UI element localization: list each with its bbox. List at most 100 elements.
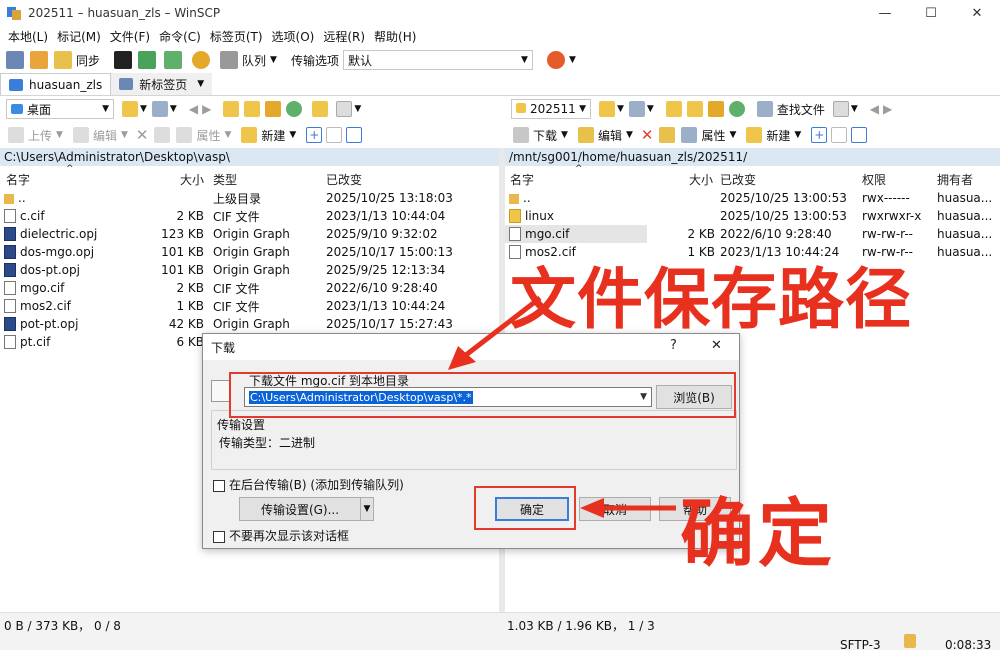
col-size[interactable]: 大小 xyxy=(689,171,713,188)
select-plus-icon[interactable]: + xyxy=(811,127,828,143)
forward-arrow-icon[interactable]: ▶ xyxy=(202,102,211,116)
globe-dropdown-icon[interactable]: ▼ xyxy=(569,55,576,65)
tab-new[interactable]: 新标签页 ▼ xyxy=(111,73,213,95)
col-permissions[interactable]: 权限 xyxy=(862,171,886,188)
transfer-settings-dropdown[interactable]: ▼ xyxy=(360,497,374,521)
chevron-down-icon[interactable]: ▼ xyxy=(561,130,568,140)
chevron-down-icon[interactable]: ▼ xyxy=(121,130,128,140)
menu-tabs[interactable]: 标签页(T) xyxy=(210,28,263,45)
find-files-button[interactable]: 查找文件 xyxy=(777,101,825,118)
table-row[interactable]: pot-pt.opj 42 KB Origin Graph 2025/10/17 15… xyxy=(0,315,499,333)
edit-button[interactable]: 编辑 xyxy=(598,127,622,144)
chevron-down-icon[interactable]: ▼ xyxy=(617,104,624,114)
queue-dropdown-icon[interactable]: ▼ xyxy=(270,55,277,65)
properties-button[interactable]: 属性 xyxy=(701,127,725,144)
rename-icon[interactable] xyxy=(659,127,676,143)
unselect-minus-icon[interactable] xyxy=(831,127,848,143)
chevron-down-icon[interactable]: ▼ xyxy=(851,104,858,114)
download-button[interactable]: 下载 xyxy=(533,127,557,144)
upload-button[interactable]: 上传 xyxy=(28,127,52,144)
open-folder-icon[interactable] xyxy=(599,101,615,117)
chevron-down-icon[interactable]: ▼ xyxy=(289,130,296,140)
properties-button[interactable]: 属性 xyxy=(196,127,220,144)
chevron-down-icon[interactable]: ▼ xyxy=(224,130,231,140)
new-button[interactable]: 新建 xyxy=(766,127,790,144)
menu-commands[interactable]: 命令(C) xyxy=(159,28,201,45)
chevron-down-icon[interactable]: ▼ xyxy=(170,104,177,114)
refresh-icon[interactable] xyxy=(728,101,745,117)
chevron-down-icon[interactable]: ▼ xyxy=(626,130,633,140)
edit-icon[interactable] xyxy=(72,127,89,143)
properties-icon[interactable] xyxy=(176,127,193,143)
filter-select-icon[interactable] xyxy=(851,127,868,143)
chevron-down-icon[interactable]: ▼ xyxy=(197,79,204,89)
putty-icon[interactable] xyxy=(138,51,157,69)
transfer-preset-select[interactable]: 默认 ▼ xyxy=(342,50,533,70)
menu-remote[interactable]: 远程(R) xyxy=(323,28,365,45)
queue-button[interactable]: 队列 xyxy=(242,52,266,69)
chevron-down-icon[interactable]: ▼ xyxy=(647,104,654,114)
col-name[interactable]: 名字 xyxy=(6,171,30,188)
local-drive-select[interactable]: 桌面 ▼ xyxy=(6,99,114,119)
root-dir-icon[interactable] xyxy=(686,101,703,117)
filter-icon[interactable] xyxy=(151,101,168,117)
chevron-down-icon[interactable]: ▼ xyxy=(729,130,736,140)
menu-options[interactable]: 选项(O) xyxy=(272,28,315,45)
menu-mark[interactable]: 标记(M) xyxy=(57,28,101,45)
background-transfer-checkbox[interactable]: 在后台传输(B) (添加到传输队列) xyxy=(213,476,404,493)
table-row[interactable]: dos-pt.opj 101 KB Origin Graph 2025/9/25 12… xyxy=(0,261,499,279)
sync-browse-icon[interactable] xyxy=(30,51,48,69)
col-name[interactable]: 名字 xyxy=(510,171,534,188)
queue-icon[interactable] xyxy=(220,51,239,69)
tab-huasuan-zls[interactable]: huasuan_zls xyxy=(0,73,112,95)
compare-dirs-icon[interactable] xyxy=(6,51,24,69)
col-size[interactable]: 大小 xyxy=(180,171,204,188)
home-icon[interactable] xyxy=(707,101,724,117)
refresh-icon[interactable] xyxy=(286,101,303,117)
table-row[interactable]: mgo.cif 2 KB CIF 文件 2022/6/10 9:28:40 xyxy=(0,279,499,297)
back-arrow-icon[interactable]: ◀ xyxy=(189,102,198,116)
chevron-down-icon[interactable]: ▼ xyxy=(354,104,361,114)
table-row[interactable]: c.cif 2 KB CIF 文件 2023/1/13 10:44:04 xyxy=(0,207,499,225)
table-row[interactable]: .. 2025/10/25 13:00:53 rwx------ huasua... xyxy=(505,189,1000,207)
checkbox-box[interactable] xyxy=(213,530,225,543)
edit-icon[interactable] xyxy=(577,127,594,143)
menu-local[interactable]: 本地(L) xyxy=(8,28,48,45)
view-list-icon[interactable] xyxy=(336,101,353,117)
col-owner[interactable]: 拥有者 xyxy=(937,171,973,188)
table-row[interactable]: mos2.cif 1 KB CIF 文件 2023/1/13 10:44:24 xyxy=(0,297,499,315)
table-row[interactable]: dos-mgo.opj 101 KB Origin Graph 2025/10/17 … xyxy=(0,243,499,261)
filter-select-icon[interactable] xyxy=(346,127,363,143)
col-modified[interactable]: 已改变 xyxy=(326,171,362,188)
upload-icon[interactable] xyxy=(8,127,24,143)
bookmark-icon[interactable] xyxy=(312,101,329,117)
table-row[interactable]: dielectric.opj 123 KB Origin Graph 2025/9/1… xyxy=(0,225,499,243)
unselect-minus-icon[interactable] xyxy=(326,127,343,143)
chevron-down-icon[interactable]: ▼ xyxy=(140,104,147,114)
table-row[interactable]: .. 上级目录 2025/10/25 13:18:03 xyxy=(0,189,499,207)
sync-button[interactable]: 同步 xyxy=(76,52,100,69)
menu-help[interactable]: 帮助(H) xyxy=(374,28,416,45)
checkbox-box[interactable] xyxy=(213,479,225,492)
new-folder-icon[interactable] xyxy=(746,127,763,143)
table-row[interactable]: linux 2025/10/25 13:00:53 rwxrwxr-x huasua.… xyxy=(505,207,1000,225)
transfer-settings-button[interactable]: 传输设置(G)... xyxy=(239,497,361,521)
rename-icon[interactable] xyxy=(154,127,171,143)
local-path-bar[interactable]: C:\Users\Administrator\Desktop\vasp\ xyxy=(0,148,499,166)
chevron-down-icon[interactable]: ▼ xyxy=(794,130,801,140)
chevron-down-icon[interactable]: ▼ xyxy=(56,130,63,140)
edit-button[interactable]: 编辑 xyxy=(93,127,117,144)
maximize-button[interactable]: ☐ xyxy=(908,0,954,26)
terminal-icon[interactable] xyxy=(114,51,133,69)
globe-sync-icon[interactable] xyxy=(546,51,565,69)
menu-files[interactable]: 文件(F) xyxy=(110,28,150,45)
minimize-button[interactable]: — xyxy=(862,0,908,26)
root-dir-icon[interactable] xyxy=(244,101,261,117)
select-plus-icon[interactable]: + xyxy=(306,127,323,143)
delete-icon[interactable]: ✕ xyxy=(136,126,149,144)
properties-icon[interactable] xyxy=(681,127,698,143)
refresh-session-icon[interactable] xyxy=(164,51,183,69)
table-row[interactable]: mgo.cif 2 KB 2022/6/10 9:28:40 rw-rw-r-- hua… xyxy=(505,225,992,243)
parent-dir-icon[interactable] xyxy=(665,101,682,117)
sync-icon[interactable] xyxy=(54,51,72,69)
